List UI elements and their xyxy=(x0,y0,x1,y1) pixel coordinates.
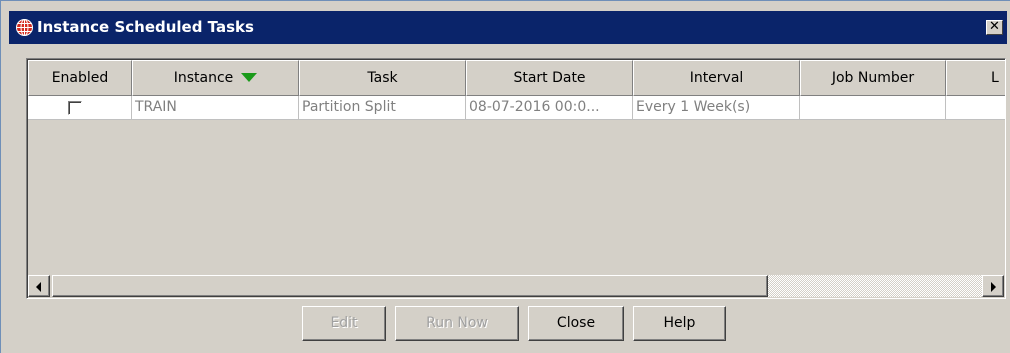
arrow-left-icon xyxy=(36,282,41,292)
column-header-interval[interactable]: Interval xyxy=(633,60,800,96)
column-header-instance[interactable]: Instance xyxy=(132,60,299,96)
edit-button[interactable]: Edit xyxy=(302,306,386,341)
close-window-button[interactable]: ✕ xyxy=(986,20,1003,35)
help-button[interactable]: Help xyxy=(633,306,726,341)
table-viewport: Enabled Instance Task Start Date Interva… xyxy=(27,59,1005,298)
column-label: Interval xyxy=(689,70,744,86)
column-label: Task xyxy=(367,70,398,86)
cell-job-number xyxy=(800,96,946,120)
scrollbar-track[interactable] xyxy=(768,275,982,297)
column-header-task[interactable]: Task xyxy=(299,60,466,96)
tasks-table: Enabled Instance Task Start Date Interva… xyxy=(26,58,1006,299)
dialog-window: Instance Scheduled Tasks ✕ Enabled Insta… xyxy=(0,0,1010,353)
scroll-left-button[interactable] xyxy=(28,275,50,297)
column-header-start-date[interactable]: Start Date xyxy=(466,60,633,96)
cell-start-date: 08-07-2016 00:0... xyxy=(466,96,633,120)
arrow-right-icon xyxy=(991,282,996,292)
column-header-last[interactable]: L xyxy=(946,60,1005,96)
cell-last xyxy=(946,96,1005,120)
column-label: Instance xyxy=(173,70,234,86)
title-bar[interactable]: Instance Scheduled Tasks ✕ xyxy=(9,11,1007,44)
run-now-button[interactable]: Run Now xyxy=(395,306,519,341)
scrollbar-thumb[interactable] xyxy=(52,275,768,297)
close-button[interactable]: Close xyxy=(528,306,624,341)
cell-enabled xyxy=(28,96,132,120)
cell-task: Partition Split xyxy=(299,96,466,120)
globe-icon xyxy=(16,19,33,36)
cell-interval: Every 1 Week(s) xyxy=(633,96,800,120)
close-icon: ✕ xyxy=(989,19,1000,34)
window-title: Instance Scheduled Tasks xyxy=(37,18,254,36)
column-label: Enabled xyxy=(51,70,109,86)
sort-descending-icon xyxy=(241,72,258,82)
column-label: Job Number xyxy=(831,70,915,86)
enabled-checkbox[interactable] xyxy=(68,101,82,115)
scroll-right-button[interactable] xyxy=(982,275,1004,297)
column-header-job-number[interactable]: Job Number xyxy=(800,60,946,96)
column-header-enabled[interactable]: Enabled xyxy=(28,60,132,96)
horizontal-scrollbar[interactable] xyxy=(28,274,1005,298)
table-header: Enabled Instance Task Start Date Interva… xyxy=(28,60,1005,96)
cell-instance: TRAIN xyxy=(132,96,299,120)
table-empty-area xyxy=(28,120,1005,274)
column-label: L xyxy=(991,70,999,86)
table-row[interactable]: TRAIN Partition Split 08-07-2016 00:0...… xyxy=(28,96,1005,120)
column-label: Start Date xyxy=(513,70,586,86)
